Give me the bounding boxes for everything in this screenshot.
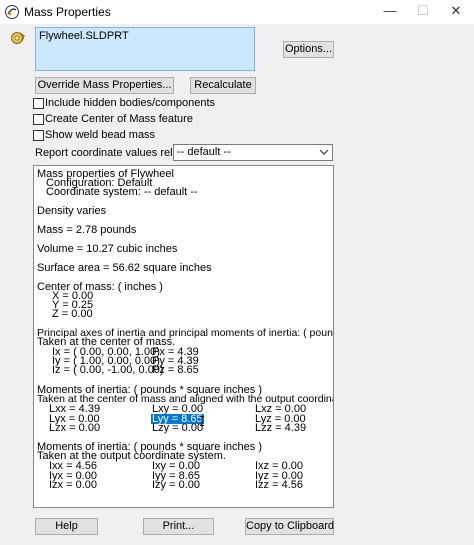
include-hidden-bodies-checkbox[interactable] bbox=[33, 98, 44, 109]
close-button[interactable]: ✕ bbox=[436, 0, 474, 24]
include-hidden-bodies-label: Include hidden bodies/components bbox=[45, 97, 216, 109]
window-title: Mass Properties bbox=[24, 5, 111, 19]
selected-items-list[interactable]: Flywheel.SLDPRT bbox=[35, 27, 255, 71]
selected-part-item[interactable]: Flywheel.SLDPRT bbox=[39, 30, 129, 42]
moi-izx: Izx = 0.00 bbox=[49, 479, 98, 491]
center-of-mass-z: Z = 0.00 bbox=[52, 308, 93, 320]
moi-izy: Izy = 0.00 bbox=[152, 479, 201, 491]
report-coordinate-select[interactable]: -- default -- bbox=[173, 144, 333, 161]
create-center-of-mass-option[interactable]: Create Center of Mass feature bbox=[33, 113, 233, 127]
results-coordinate-system: Coordinate system: -- default -- bbox=[46, 186, 198, 198]
results-surface-area: Surface area = 56.62 square inches bbox=[37, 262, 212, 274]
include-hidden-bodies-option[interactable]: Include hidden bodies/components bbox=[33, 97, 233, 111]
create-center-of-mass-label: Create Center of Mass feature bbox=[45, 113, 193, 125]
copy-to-clipboard-button[interactable]: Copy to Clipboard bbox=[245, 518, 334, 535]
dropdown-arrow-icon[interactable] bbox=[319, 146, 329, 158]
report-coordinate-value: -- default -- bbox=[177, 146, 231, 158]
results-panel[interactable]: Mass properties of Flywheel Configuratio… bbox=[33, 165, 334, 508]
results-density: Density varies bbox=[37, 205, 107, 217]
show-weld-bead-option[interactable]: Show weld bead mass bbox=[33, 129, 233, 143]
print-button[interactable]: Print... bbox=[143, 518, 214, 535]
principal-axis-iz: Iz = ( 0.00, -1.00, 0.00) bbox=[52, 364, 164, 376]
create-center-of-mass-checkbox[interactable] bbox=[33, 114, 44, 125]
options-button[interactable]: Options... bbox=[283, 41, 334, 58]
moi-lzx: Lzx = 0.00 bbox=[49, 422, 101, 434]
text-cursor-icon bbox=[200, 416, 204, 426]
title-bar: Mass Properties — ☐ ✕ bbox=[0, 0, 474, 24]
moi-lzz: Lzz = 4.39 bbox=[255, 422, 307, 434]
results-volume: Volume = 10.27 cubic inches bbox=[37, 243, 178, 255]
show-weld-bead-checkbox[interactable] bbox=[33, 130, 44, 141]
results-mass: Mass = 2.78 pounds bbox=[37, 224, 137, 236]
show-weld-bead-label: Show weld bead mass bbox=[45, 129, 156, 141]
principal-moment-pz: Pz = 8.65 bbox=[152, 364, 199, 376]
moi-lzy: Lzy = 0.00 bbox=[152, 422, 204, 434]
recalculate-button[interactable]: Recalculate bbox=[190, 77, 256, 94]
part-icon bbox=[11, 32, 25, 44]
override-mass-properties-button[interactable]: Override Mass Properties... bbox=[35, 77, 174, 94]
help-button[interactable]: Help bbox=[35, 518, 98, 535]
app-icon bbox=[5, 5, 19, 19]
moi-izz: Izz = 4.56 bbox=[255, 479, 304, 491]
